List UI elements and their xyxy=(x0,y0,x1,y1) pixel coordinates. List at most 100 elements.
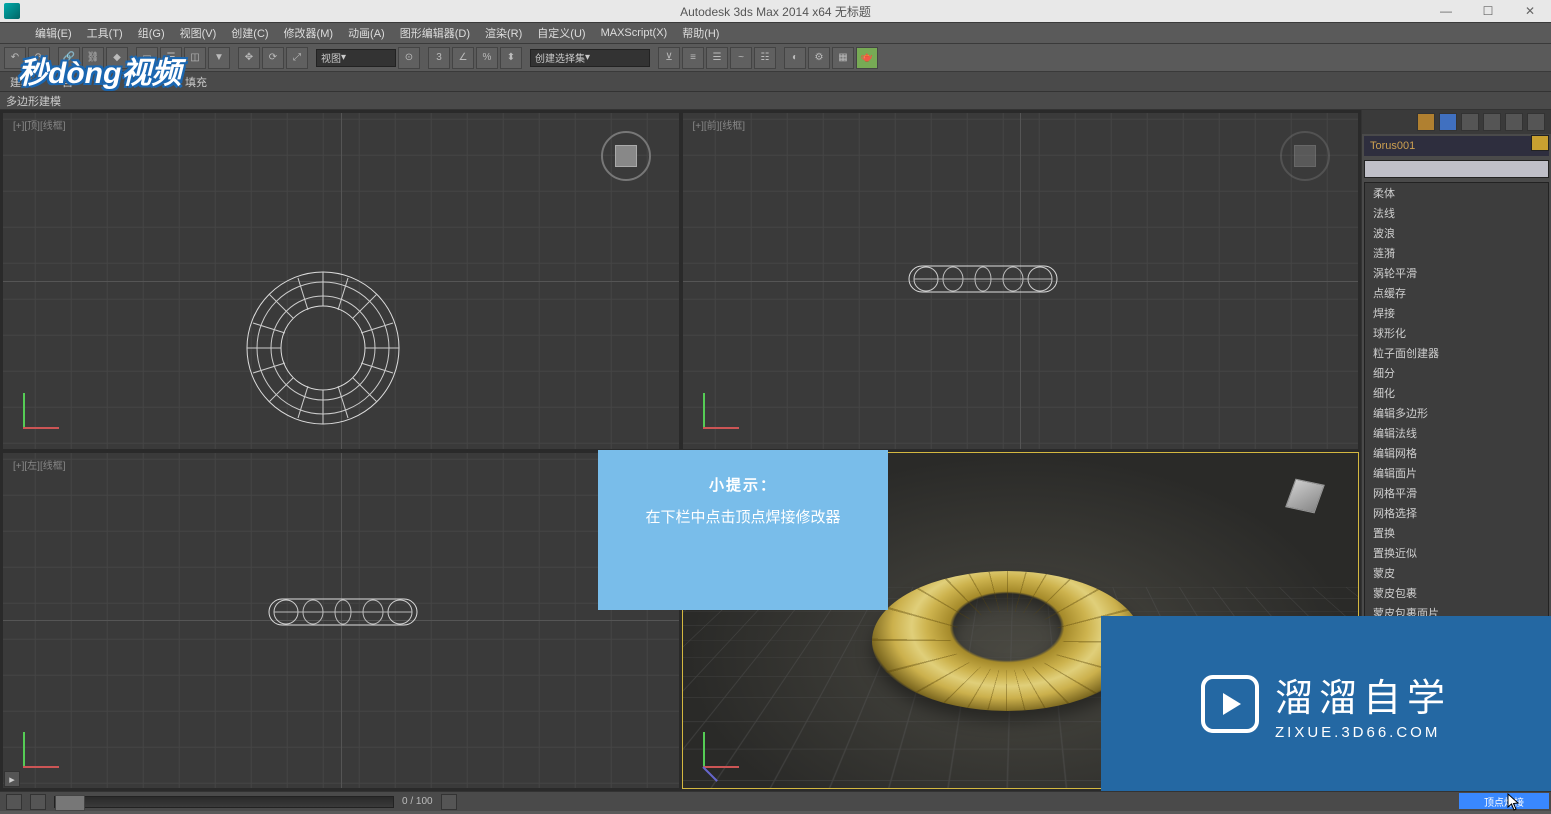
modifier-item[interactable]: 置换近似 xyxy=(1365,543,1548,563)
menu-help[interactable]: 帮助(H) xyxy=(675,23,726,43)
close-button[interactable]: ✕ xyxy=(1513,2,1547,20)
modifier-item[interactable]: 网格平滑 xyxy=(1365,483,1548,503)
trackbar-expand-button[interactable]: ▸ xyxy=(4,771,20,787)
hint-overlay: 小提示： 在下栏中点击顶点焊接修改器 xyxy=(598,450,888,610)
modifier-item[interactable]: 涡轮平滑 xyxy=(1365,263,1548,283)
modifier-item[interactable]: 网格选择 xyxy=(1365,503,1548,523)
coord-dropdown[interactable]: 视图 ▾ xyxy=(316,49,396,67)
maximize-button[interactable]: ☐ xyxy=(1471,2,1505,20)
bind-button[interactable]: ◆ xyxy=(106,47,128,69)
motion-tab-icon[interactable] xyxy=(1483,113,1501,131)
render-frame-button[interactable]: ▦ xyxy=(832,47,854,69)
selection-set-dropdown[interactable]: 创建选择集 ▾ xyxy=(530,49,650,67)
material-button[interactable]: ◐ xyxy=(784,47,806,69)
menu-modifier[interactable]: 修改器(M) xyxy=(277,23,341,43)
render-setup-button[interactable]: ⚙ xyxy=(808,47,830,69)
ribbon-tab-model[interactable]: 建模 xyxy=(10,74,32,90)
modify-tab-icon[interactable] xyxy=(1439,113,1457,131)
mirror-button[interactable]: ⊻ xyxy=(658,47,680,69)
spinner-snap-button[interactable]: ⬍ xyxy=(500,47,522,69)
ribbon-tab-free[interactable]: 自 xyxy=(62,74,73,90)
modifier-item[interactable]: 细化 xyxy=(1365,383,1548,403)
menu-render[interactable]: 渲染(R) xyxy=(478,23,529,43)
viewport-left[interactable]: [+][左][线框] xyxy=(2,452,680,790)
viewport-front[interactable]: [+][前][线框] xyxy=(682,112,1360,450)
status-icon[interactable] xyxy=(6,794,22,810)
modifier-item[interactable]: 粒子面创建器 xyxy=(1365,343,1548,363)
utilities-tab-icon[interactable] xyxy=(1527,113,1545,131)
modifier-item[interactable]: 蒙皮包裹 xyxy=(1365,583,1548,603)
filter-button[interactable]: ▼ xyxy=(208,47,230,69)
menu-edit[interactable]: 编辑(E) xyxy=(28,23,79,43)
align-button[interactable]: ≡ xyxy=(682,47,704,69)
curve-editor-button[interactable]: ~ xyxy=(730,47,752,69)
modifier-item[interactable]: 编辑面片 xyxy=(1365,463,1548,483)
menu-maxscript[interactable]: MAXScript(X) xyxy=(594,25,675,41)
menu-tools[interactable]: 工具(T) xyxy=(80,23,130,43)
layer-button[interactable]: ☰ xyxy=(706,47,728,69)
axis-gizmo xyxy=(699,732,739,772)
minimize-button[interactable]: — xyxy=(1429,2,1463,20)
modifier-item[interactable]: 焊接 xyxy=(1365,303,1548,323)
play-icon xyxy=(1201,675,1259,733)
menu-grapheditor[interactable]: 图形编辑器(D) xyxy=(393,23,477,43)
menu-create[interactable]: 创建(C) xyxy=(224,23,275,43)
ribbon-tab-copy[interactable]: 复 xyxy=(144,74,155,90)
viewport-top-label[interactable]: [+][顶][线框] xyxy=(13,117,66,132)
modifier-item[interactable]: 蒙皮 xyxy=(1365,563,1548,583)
select-button[interactable]: ▭ xyxy=(136,47,158,69)
time-slider-knob[interactable] xyxy=(55,795,85,811)
snap-button[interactable]: 3 xyxy=(428,47,450,69)
pivot-button[interactable]: ⊙ xyxy=(398,47,420,69)
menu-group[interactable]: 组(G) xyxy=(131,23,172,43)
redo-button[interactable]: ↷ xyxy=(28,47,50,69)
modifier-list-dropdown[interactable] xyxy=(1364,160,1549,178)
link-button[interactable]: 🔗 xyxy=(58,47,80,69)
menu-customize[interactable]: 自定义(U) xyxy=(530,23,592,43)
viewport-left-label[interactable]: [+][左][线框] xyxy=(13,457,66,472)
modifier-item[interactable]: 点缓存 xyxy=(1365,283,1548,303)
viewcube-perspective[interactable] xyxy=(1280,471,1330,521)
select-name-button[interactable]: ☰ xyxy=(160,47,182,69)
object-color-swatch[interactable] xyxy=(1531,135,1549,151)
modifier-item[interactable]: 置换 xyxy=(1365,523,1548,543)
modifier-item[interactable]: 细分 xyxy=(1365,363,1548,383)
create-tab-icon[interactable] xyxy=(1417,113,1435,131)
object-name-field[interactable]: Torus001 xyxy=(1364,136,1549,156)
viewcube-top[interactable] xyxy=(601,131,651,181)
select-region-button[interactable]: ◫ xyxy=(184,47,206,69)
viewport-top[interactable]: [+][顶][线框] xyxy=(2,112,680,450)
modifier-item[interactable]: 柔体 xyxy=(1365,183,1548,203)
status-icon[interactable] xyxy=(441,794,457,810)
modifier-item[interactable]: 编辑多边形 xyxy=(1365,403,1548,423)
frame-counter: 0 / 100 xyxy=(402,796,433,807)
app-icon[interactable] xyxy=(4,3,20,19)
hierarchy-tab-icon[interactable] xyxy=(1461,113,1479,131)
modifier-item[interactable]: 法线 xyxy=(1365,203,1548,223)
modifier-item[interactable]: 编辑网格 xyxy=(1365,443,1548,463)
ribbon-sub-label[interactable]: 多边形建模 xyxy=(6,93,61,109)
status-icon[interactable] xyxy=(30,794,46,810)
ribbon-tab-obj[interactable]: 对 xyxy=(103,74,114,90)
viewcube-front[interactable] xyxy=(1280,131,1330,181)
render-button[interactable]: 🫖 xyxy=(856,47,878,69)
unlink-button[interactable]: ⛓ xyxy=(82,47,104,69)
scale-button[interactable]: ⤢ xyxy=(286,47,308,69)
modifier-item[interactable]: 涟漪 xyxy=(1365,243,1548,263)
menu-animation[interactable]: 动画(A) xyxy=(341,23,392,43)
modifier-hover-tooltip[interactable]: 顶点焊接 xyxy=(1459,793,1549,809)
viewport-front-label[interactable]: [+][前][线框] xyxy=(693,117,746,132)
undo-button[interactable]: ↶ xyxy=(4,47,26,69)
display-tab-icon[interactable] xyxy=(1505,113,1523,131)
modifier-item[interactable]: 球形化 xyxy=(1365,323,1548,343)
modifier-item[interactable]: 编辑法线 xyxy=(1365,423,1548,443)
modifier-item[interactable]: 波浪 xyxy=(1365,223,1548,243)
ribbon-tab-fill[interactable]: 填充 xyxy=(185,74,207,90)
menu-view[interactable]: 视图(V) xyxy=(173,23,224,43)
time-slider[interactable] xyxy=(54,796,394,808)
angle-snap-button[interactable]: ∠ xyxy=(452,47,474,69)
percent-snap-button[interactable]: % xyxy=(476,47,498,69)
move-button[interactable]: ✥ xyxy=(238,47,260,69)
rotate-button[interactable]: ⟳ xyxy=(262,47,284,69)
schematic-button[interactable]: ☷ xyxy=(754,47,776,69)
